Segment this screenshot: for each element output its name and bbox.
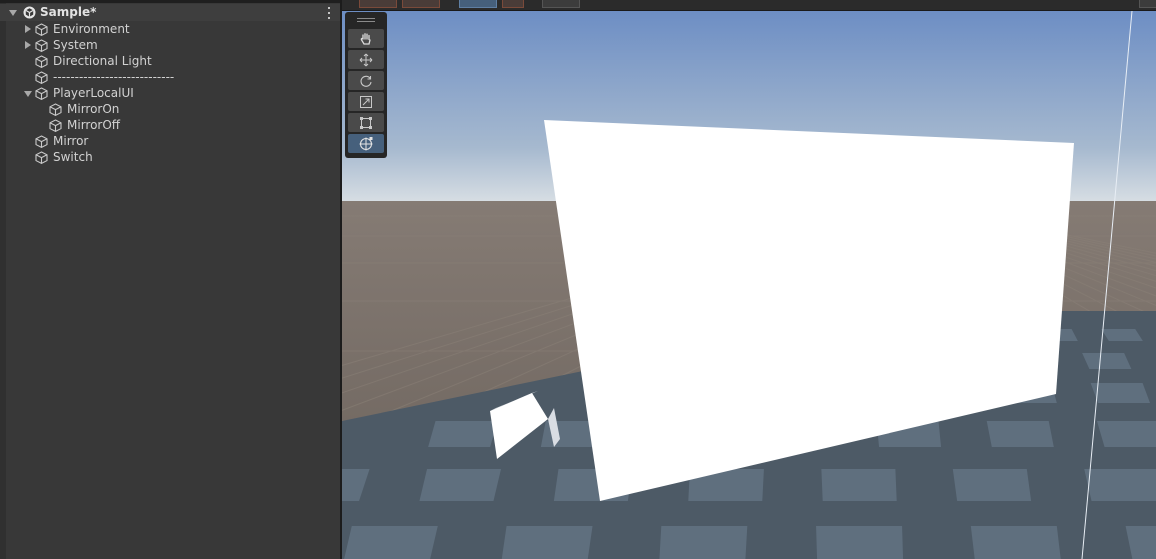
gameobject-cube-icon [35, 39, 48, 52]
hierarchy-item-label: Mirror [53, 134, 89, 148]
chevron-right-icon[interactable] [25, 25, 31, 33]
scene-viewport[interactable] [342, 11, 1156, 559]
hierarchy-item-label: Directional Light [53, 54, 152, 68]
scale-tool-button[interactable] [348, 92, 384, 111]
hierarchy-item[interactable]: MirrorOn [0, 101, 340, 117]
hierarchy-item-label: System [53, 38, 98, 52]
chevron-right-icon[interactable] [25, 41, 31, 49]
gameobject-cube-icon [35, 55, 48, 68]
hierarchy-item-label: MirrorOff [67, 118, 121, 132]
tools-grip-line[interactable] [357, 21, 375, 22]
toolbar-button-3[interactable] [459, 0, 497, 8]
scene-header-row[interactable]: Sample* [0, 4, 340, 21]
chevron-down-icon[interactable] [24, 91, 32, 97]
transform-icon [358, 136, 374, 152]
scene-name: Sample* [40, 5, 97, 19]
hierarchy-top-border [0, 0, 340, 3]
scene-menu-kebab-icon[interactable] [327, 7, 331, 19]
move-tool-button[interactable] [348, 50, 384, 69]
gameobject-cube-icon [35, 135, 48, 148]
view-tool-button[interactable] [348, 29, 384, 48]
gameobject-cube-icon [35, 71, 48, 84]
hierarchy-item[interactable]: ---------------------------- [0, 69, 340, 85]
hierarchy-item[interactable]: Directional Light [0, 53, 340, 69]
move-arrows-icon [359, 53, 373, 67]
tools-grip-line[interactable] [357, 18, 375, 19]
hierarchy-item[interactable]: MirrorOff [0, 117, 340, 133]
hand-icon [359, 32, 373, 46]
toolbar-button-5[interactable] [542, 0, 580, 8]
hierarchy-panel: Sample* Environment System Directional Lig… [0, 0, 340, 559]
hierarchy-item[interactable]: Mirror [0, 133, 340, 149]
hierarchy-item[interactable]: PlayerLocalUI [0, 85, 340, 101]
gameobject-cube-icon [35, 87, 48, 100]
hierarchy-item-label: Environment [53, 22, 130, 36]
toolbar-button-4[interactable] [502, 0, 524, 8]
rect-tool-button[interactable] [348, 113, 384, 132]
hierarchy-item[interactable]: Switch [0, 149, 340, 165]
gameobject-cube-icon [35, 23, 48, 36]
hierarchy-item-label: Switch [53, 150, 93, 164]
scene-toolbar [342, 0, 1156, 11]
toolbar-button-6[interactable] [1139, 0, 1156, 8]
transform-tool-button[interactable] [348, 134, 384, 153]
toolbar-button-2[interactable] [402, 0, 440, 8]
gameobject-cube-icon [49, 103, 62, 116]
rect-icon [359, 116, 373, 130]
scene-foldout-arrow[interactable] [9, 10, 17, 16]
tools-overlay [345, 12, 387, 158]
gameobject-cube-icon [35, 151, 48, 164]
gameobject-cube-icon [49, 119, 62, 132]
hierarchy-item-label: ---------------------------- [53, 70, 175, 84]
scene-view[interactable] [342, 0, 1156, 559]
scale-icon [359, 95, 373, 109]
rotate-tool-button[interactable] [348, 71, 384, 90]
hierarchy-item[interactable]: Environment [0, 21, 340, 37]
hierarchy-item[interactable]: System [0, 37, 340, 53]
hierarchy-item-label: PlayerLocalUI [53, 86, 134, 100]
rotate-icon [359, 74, 373, 88]
hierarchy-item-label: MirrorOn [67, 102, 120, 116]
unity-scene-icon [23, 6, 36, 19]
toolbar-button-1[interactable] [359, 0, 397, 8]
